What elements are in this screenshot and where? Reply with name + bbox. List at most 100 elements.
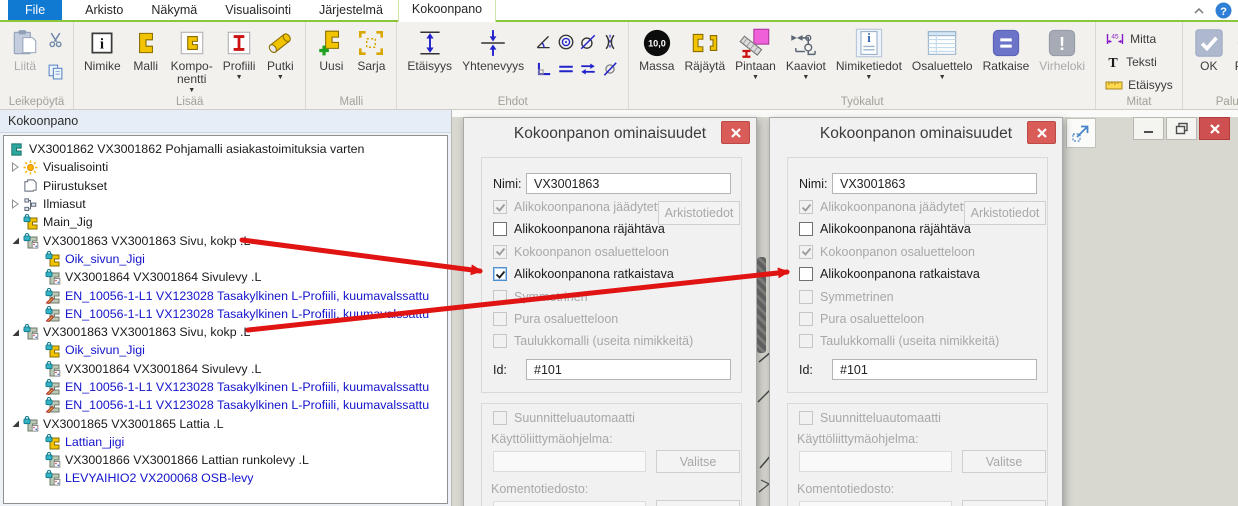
ribbon-tab-bar: File ArkistoNäkymäVisualisointiJärjestelm…: [0, 0, 1238, 22]
ribbon-button-kompo[interactable]: Kompo- nentti▼: [166, 25, 218, 95]
tab-j-rjestelm[interactable]: Järjestelmä: [306, 0, 396, 20]
tree-item[interactable]: EN_10056-1-L1 VX123028 Tasakylkinen L-Pr…: [4, 396, 447, 414]
ribbon-button-massa[interactable]: 10,0Massa: [634, 25, 679, 73]
ribbon-button-poistu[interactable]: Poistu: [1230, 25, 1238, 73]
dropdown-arrow-icon: ▼: [188, 86, 195, 95]
model-geometry-fragment: [757, 257, 766, 353]
tree-item[interactable]: VX3001863 VX3001863 Sivu, kokp .L: [4, 323, 447, 341]
tree-item[interactable]: VX3001864 VX3001864 Sivulevy .L: [4, 360, 447, 378]
chevron-up-icon[interactable]: [1191, 3, 1207, 19]
tree-item-label: Oik_sivun_Jigi: [65, 343, 145, 357]
name-input[interactable]: [526, 173, 731, 194]
subassembly-icon: [44, 269, 61, 285]
copy-button[interactable]: [47, 63, 64, 85]
ribbon-button-et-isyys[interactable]: Etäisyys: [1101, 73, 1177, 96]
checkbox-alikokoonpanona-r-j-ht-v[interactable]: [493, 222, 507, 236]
checkbox-row-alikokoonpanona-j-dytetty: Alikokoonpanona jäädytetty: [493, 199, 667, 215]
mass-icon: 10,0: [641, 27, 673, 59]
ribbon-button-malli[interactable]: Malli: [126, 25, 166, 73]
minimize-button[interactable]: [1133, 117, 1164, 140]
perpendicular-button[interactable]: [535, 60, 553, 83]
expander-open-icon[interactable]: [8, 418, 22, 429]
ribbon-button-nimiketiedot[interactable]: iNimiketiedot▼: [831, 25, 907, 82]
ribbon-button-et-isyys[interactable]: Etäisyys: [402, 25, 457, 73]
ribbon-button-kaaviot[interactable]: Kaaviot▼: [781, 25, 831, 82]
tree-item[interactable]: EN_10056-1-L1 VX123028 Tasakylkinen L-Pr…: [4, 378, 447, 396]
expander-closed-icon[interactable]: [8, 161, 22, 173]
tab-n-kym[interactable]: Näkymä: [138, 0, 210, 20]
angle-button[interactable]: [535, 33, 553, 56]
id-input[interactable]: [526, 359, 731, 380]
jig-icon: [22, 214, 39, 230]
help-icon[interactable]: ?: [1215, 2, 1232, 19]
tree-item-label: Visualisointi: [43, 160, 108, 174]
subassembly-icon: [44, 452, 61, 468]
ribbon-button-ratkaise[interactable]: Ratkaise: [978, 25, 1035, 73]
tangent-button[interactable]: [579, 33, 597, 56]
archive-info-button: Arkistotiedot: [964, 201, 1046, 225]
distance-icon: [415, 28, 445, 58]
tab-visualisointi[interactable]: Visualisointi: [212, 0, 304, 20]
subassembly-icon: [22, 416, 39, 432]
concentric-button[interactable]: [557, 33, 575, 56]
ribbon-button-pintaan[interactable]: Pintaan▼: [730, 25, 781, 82]
svg-text:45: 45: [1111, 33, 1119, 40]
svg-text:10,0: 10,0: [648, 38, 666, 48]
tab-kokoonpano[interactable]: Kokoonpano: [398, 0, 496, 22]
ribbon-button-nimike[interactable]: iNimike: [79, 25, 126, 73]
close-window-button[interactable]: [1199, 117, 1230, 140]
ribbon-button-label: Pintaan: [735, 60, 776, 73]
expander-open-icon[interactable]: [8, 235, 22, 246]
tree-item[interactable]: VX3001862 VX3001862 Pohjamalli asiakasto…: [4, 140, 447, 158]
tree-item[interactable]: Oik_sivun_Jigi: [4, 341, 447, 359]
tab-arkisto[interactable]: Arkisto: [72, 0, 136, 20]
checkbox-alikokoonpanona-r-j-ht-v[interactable]: [799, 222, 813, 236]
tree-item[interactable]: Ilmiasut: [4, 195, 447, 213]
tree-item[interactable]: VX3001864 VX3001864 Sivulevy .L: [4, 268, 447, 286]
tree-item[interactable]: VX3001863 VX3001863 Sivu, kokp .L: [4, 231, 447, 249]
pick-tool-button[interactable]: [1066, 118, 1096, 148]
tree-item[interactable]: Visualisointi: [4, 158, 447, 176]
id-input[interactable]: [832, 359, 1037, 380]
restore-button[interactable]: [1166, 117, 1197, 140]
ribbon-button-yhtenevyys[interactable]: Yhtenevyys: [457, 25, 529, 73]
tree-item[interactable]: VX3001866 VX3001866 Lattian runkolevy .L: [4, 451, 447, 469]
name-input[interactable]: [832, 173, 1037, 194]
ribbon-button-sarja[interactable]: Sarja: [351, 25, 391, 73]
expander-open-icon[interactable]: [8, 327, 22, 338]
checkbox-alikokoonpanona-ratkaistava[interactable]: [493, 267, 507, 281]
expander-closed-icon[interactable]: [8, 198, 22, 210]
parallel-button[interactable]: [557, 60, 575, 83]
tree-item[interactable]: EN_10056-1-L1 VX123028 Tasakylkinen L-Pr…: [4, 305, 447, 323]
unconstrain-button[interactable]: [601, 60, 619, 83]
ribbon-button-teksti[interactable]: TTeksti: [1101, 50, 1177, 73]
tree-item[interactable]: EN_10056-1-L1 VX123028 Tasakylkinen L-Pr…: [4, 286, 447, 304]
ribbon-button-label: Malli: [133, 60, 158, 73]
tree-item[interactable]: LEVYAIHIO2 VX200068 OSB-levy: [4, 469, 447, 487]
to-face-icon: [739, 27, 771, 59]
tree-item[interactable]: Lattian_jigi: [4, 433, 447, 451]
checkbox-row-kokoonpanon-osaluetteloon: Kokoonpanon osaluetteloon: [493, 244, 669, 260]
ribbon-button-ok[interactable]: OK: [1188, 25, 1230, 73]
component-icon: [177, 28, 207, 58]
tree-item[interactable]: VX3001865 VX3001865 Lattia .L: [4, 414, 447, 432]
coincidence-icon: [476, 28, 510, 58]
ribbon-button-putki[interactable]: Putki▼: [260, 25, 300, 82]
ribbon-group-lis: iNimike Malli Kompo- nentti▼Profiili▼Putki…: [74, 22, 306, 109]
cut-button[interactable]: [47, 31, 64, 53]
close-icon[interactable]: [1027, 121, 1056, 144]
symmetry-button[interactable]: [601, 33, 619, 56]
close-icon[interactable]: [721, 121, 750, 144]
ribbon-button-mitta[interactable]: 45Mitta: [1101, 27, 1177, 50]
opposite-button[interactable]: [579, 60, 597, 83]
ribbon-button-profiili[interactable]: Profiili▼: [218, 25, 261, 82]
tab-file[interactable]: File: [8, 0, 62, 20]
tree-item-label: EN_10056-1-L1 VX123028 Tasakylkinen L-Pr…: [65, 398, 429, 412]
tree-item[interactable]: Oik_sivun_Jigi: [4, 250, 447, 268]
ribbon-button-r-j-yt[interactable]: Räjäytä: [679, 25, 730, 73]
ribbon-button-uusi[interactable]: Uusi: [311, 25, 351, 73]
ribbon-button-osaluettelo[interactable]: Osaluettelo▼: [907, 25, 978, 82]
checkbox-alikokoonpanona-ratkaistava[interactable]: [799, 267, 813, 281]
tree-item[interactable]: Main_Jig: [4, 213, 447, 231]
tree-item[interactable]: Piirustukset: [4, 177, 447, 195]
